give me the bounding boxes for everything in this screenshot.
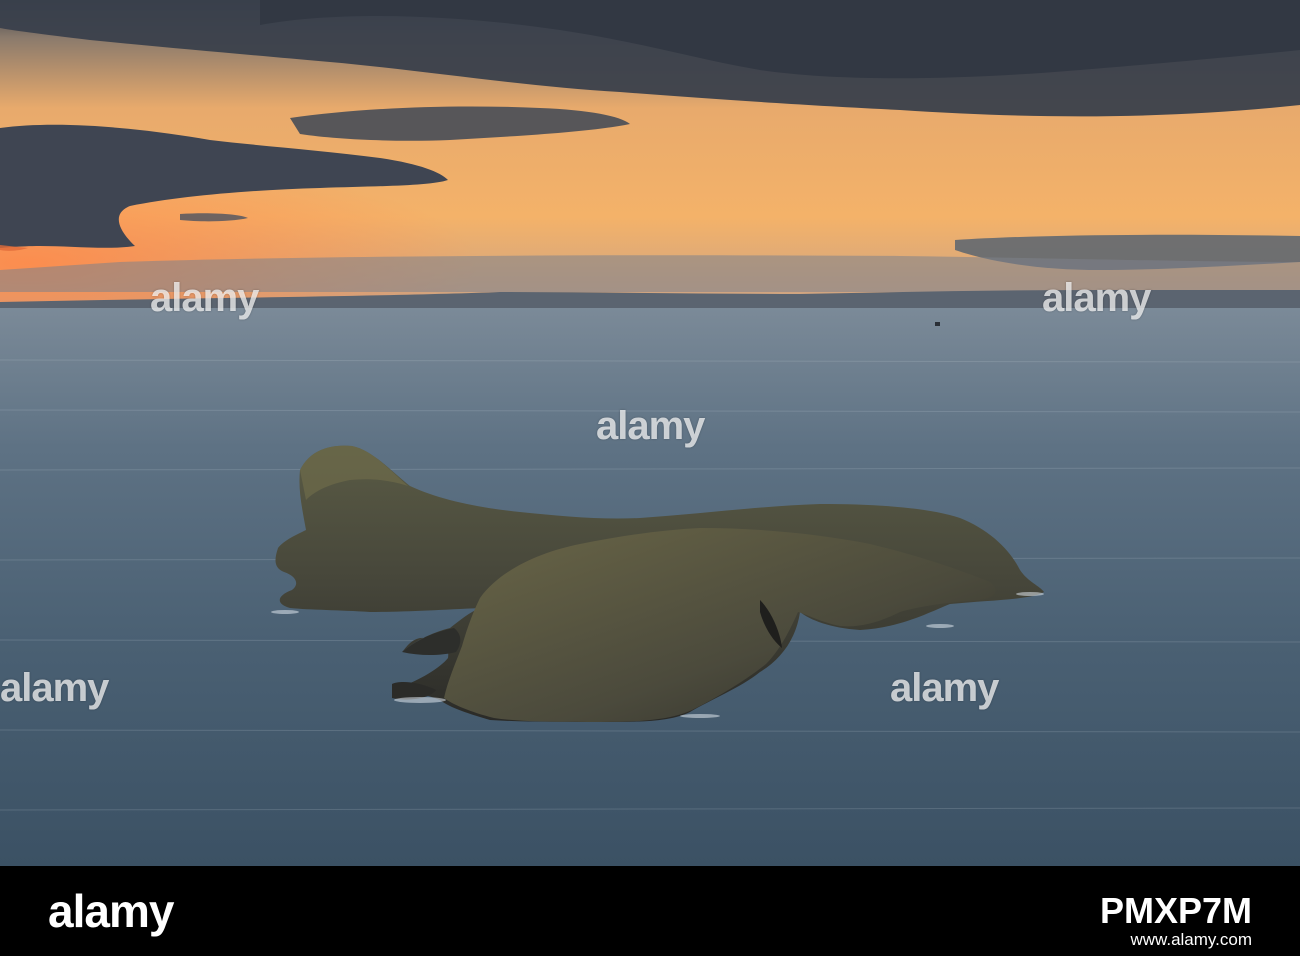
watermark-text: alamy [596,404,705,448]
watermark-text: alamy [890,666,999,710]
footer-url[interactable]: www.alamy.com [1130,930,1252,950]
image-id: PMXP7M [1099,890,1252,931]
boat [935,322,940,326]
watermark-text: alamy [1042,276,1151,320]
photo: alamy alamy alamy alamy alamy [0,0,1300,866]
footer-logo[interactable]: alamy [48,884,174,938]
watermark-text: alamy [0,666,109,710]
footer-bar: alamy PMXP7M www.alamy.com [0,866,1300,956]
watermark-text: alamy [150,276,259,320]
